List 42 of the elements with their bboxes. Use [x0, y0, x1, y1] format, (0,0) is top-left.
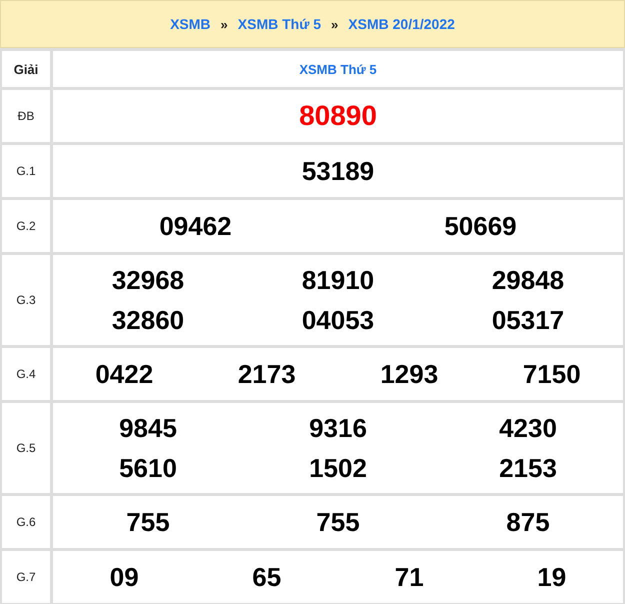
- prize-label: G.7: [2, 551, 50, 603]
- result-number: 2153: [499, 452, 557, 485]
- result-number: 2173: [238, 358, 296, 391]
- result-number: 50669: [444, 210, 517, 243]
- prize-label: G.1: [2, 145, 50, 197]
- breadcrumb-separator: »: [220, 16, 228, 32]
- result-number: 81910: [302, 264, 374, 297]
- result-number: 0422: [95, 358, 154, 391]
- result-number: 04053: [302, 304, 374, 337]
- result-number: 755: [316, 506, 360, 539]
- result-number: 19: [537, 561, 566, 594]
- breadcrumb-link[interactable]: XSMB Thứ 5: [238, 16, 322, 32]
- result-number: 1502: [309, 452, 367, 485]
- breadcrumb-link[interactable]: XSMB: [170, 16, 211, 32]
- prize-label: ĐB: [2, 90, 50, 142]
- prize-label: G.6: [2, 496, 50, 548]
- result-number: 32968: [112, 264, 184, 297]
- result-number: 32860: [112, 304, 184, 337]
- result-number: 4230: [499, 412, 557, 445]
- result-number: 09462: [159, 210, 232, 243]
- prize-label: G.5: [2, 403, 50, 493]
- prize-label: G.4: [2, 348, 50, 400]
- result-number: 05317: [492, 304, 564, 337]
- table-title: XSMB Thứ 5: [53, 51, 623, 87]
- result-number: 755: [126, 506, 170, 539]
- prize-label: G.3: [2, 255, 50, 345]
- result-number: 1293: [380, 358, 438, 391]
- result-number: 71: [394, 561, 424, 594]
- result-number: 80890: [299, 99, 377, 133]
- result-number: 29848: [492, 264, 564, 297]
- prize-label: G.2: [2, 200, 50, 252]
- result-number: 65: [252, 561, 282, 594]
- breadcrumb-link[interactable]: XSMB 20/1/2022: [348, 16, 455, 32]
- result-number: 53189: [302, 155, 374, 188]
- result-number: 9316: [309, 412, 367, 445]
- result-number: 7150: [522, 358, 581, 391]
- column-header: Giải: [2, 51, 50, 87]
- result-number: 5610: [119, 452, 177, 485]
- result-number: 9845: [119, 412, 177, 445]
- breadcrumb-separator: »: [331, 16, 338, 32]
- result-number: 09: [110, 561, 139, 594]
- result-number: 875: [506, 506, 550, 539]
